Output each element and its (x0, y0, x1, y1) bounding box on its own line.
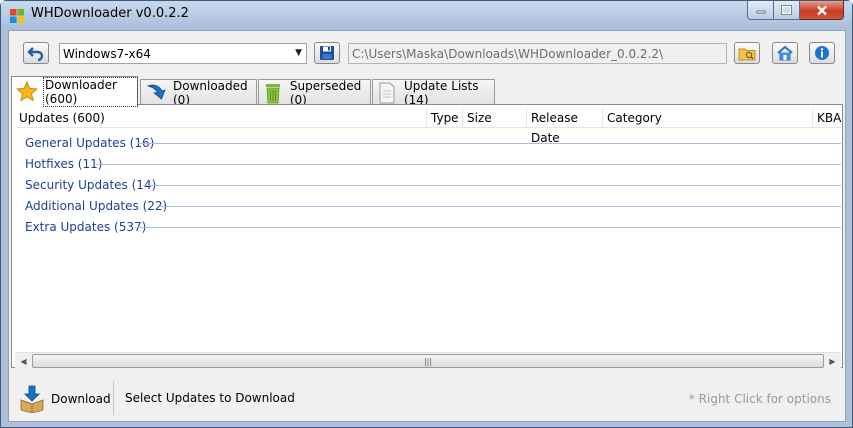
group-additional-updates[interactable]: Additional Updates (22) (25, 197, 167, 215)
down-arrow-icon (145, 82, 167, 104)
tab-update-lists[interactable]: Update Lists (14) (372, 78, 495, 107)
download-box-icon (20, 385, 44, 413)
undo-button[interactable] (23, 42, 49, 64)
column-header-type[interactable]: Type (427, 108, 463, 128)
maximize-button[interactable] (774, 1, 800, 20)
tab-downloader[interactable]: Downloader (600) (11, 76, 138, 107)
column-header-updates[interactable]: Updates (600) (15, 108, 427, 128)
document-icon (377, 82, 398, 104)
tab-superseded-label: Superseded (0) (289, 78, 362, 107)
right-click-hint: * Right Click for options (688, 392, 831, 406)
tab-strip: Downloader (600) Downloaded (0) Supersed… (9, 76, 845, 107)
maximize-icon (781, 5, 792, 15)
star-icon (16, 81, 38, 103)
chevron-down-icon[interactable]: ▼ (295, 48, 302, 58)
download-path-value: C:\Users\Maska\Downloads\WHDownloader_0.… (352, 46, 664, 61)
group-general-updates[interactable]: General Updates (16) (25, 134, 154, 152)
undo-icon (27, 47, 44, 61)
tab-downloader-label: Downloader (600) (43, 76, 138, 107)
list-header: Updates (600) Type Size Release Date Cat… (15, 108, 841, 145)
main-client-area: Windows7-x64 ▼ C:\Users\Maska\Downloads\… (8, 30, 846, 422)
bottom-separator (113, 381, 114, 415)
windows-logo-icon (10, 9, 24, 23)
column-header-size[interactable]: Size (463, 108, 527, 128)
group-divider (143, 185, 841, 186)
tab-superseded[interactable]: Superseded (0) (258, 78, 371, 107)
window-controls (747, 1, 844, 21)
app-window: WHDownloader v0.0.2.2 Windows7-x64 ▼ C:\… (0, 0, 853, 428)
scroll-left-icon[interactable]: ◀ (15, 353, 32, 370)
grip-icon: ||| (423, 356, 433, 366)
group-divider (138, 143, 841, 144)
title-bar[interactable]: WHDownloader v0.0.2.2 (1, 1, 852, 29)
scrollbar-thumb[interactable]: ||| (32, 354, 824, 368)
status-text: Select Updates to Download (125, 391, 295, 405)
column-header-kba[interactable]: KBA (813, 108, 841, 128)
floppy-disk-icon (320, 46, 334, 60)
column-header-release-date[interactable]: Release Date (527, 108, 603, 145)
minimize-button[interactable] (747, 1, 774, 20)
trash-icon (263, 82, 284, 104)
minimize-icon (756, 10, 765, 14)
group-hotfixes[interactable]: Hotfixes (11) (25, 155, 102, 173)
close-button[interactable] (800, 1, 844, 20)
download-label: Download (51, 392, 111, 406)
browse-folder-button[interactable] (734, 42, 760, 64)
tab-update-lists-label: Update Lists (14) (403, 78, 479, 107)
scroll-right-icon[interactable]: ▶ (824, 353, 841, 370)
os-select[interactable]: Windows7-x64 ▼ (59, 43, 307, 64)
group-divider (135, 227, 841, 228)
home-icon (777, 45, 793, 61)
updates-panel: Updates (600) Type Size Release Date Cat… (11, 104, 843, 369)
home-button[interactable] (772, 42, 798, 64)
info-icon (815, 46, 829, 60)
group-divider (160, 206, 841, 207)
tab-downloaded[interactable]: Downloaded (0) (140, 78, 257, 107)
download-button[interactable]: Download (19, 383, 111, 415)
folder-icon (738, 48, 756, 60)
save-button[interactable] (314, 42, 340, 64)
column-header-category[interactable]: Category (603, 108, 813, 128)
group-security-updates[interactable]: Security Updates (14) (25, 176, 156, 194)
os-select-value: Windows7-x64 (63, 46, 151, 61)
info-button[interactable] (809, 42, 835, 64)
group-extra-updates[interactable]: Extra Updates (537) (25, 218, 146, 236)
close-icon (816, 5, 827, 15)
window-title: WHDownloader v0.0.2.2 (31, 6, 189, 21)
tab-downloaded-label: Downloaded (0) (173, 78, 248, 107)
horizontal-scrollbar[interactable]: ◀ ||| ▶ (15, 352, 841, 369)
group-divider (96, 164, 841, 165)
download-path-field[interactable]: C:\Users\Maska\Downloads\WHDownloader_0.… (348, 43, 727, 64)
